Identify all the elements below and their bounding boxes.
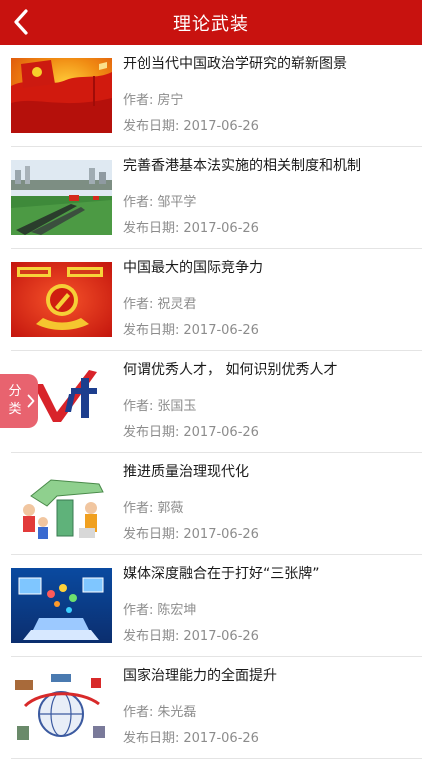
article-author: 陈宏坤 [157, 603, 197, 618]
article-author-row: 作者: 陈宏坤 [123, 602, 196, 620]
author-label: 作者: [123, 297, 154, 312]
article-date-row: 发布日期: 2017-06-26 [123, 730, 259, 748]
category-toggle-button[interactable]: 分类 [0, 374, 38, 428]
article-title: 推进质量治理现代化 [123, 464, 249, 480]
page-title: 理论武装 [173, 13, 249, 35]
article-item[interactable]: 中国最大的国际竞争力 作者: 祝灵君 发布日期: 2017-06-26 [0, 249, 422, 351]
article-title: 开创当代中国政治学研究的崭新图景 [123, 56, 347, 72]
article-author-row: 作者: 祝灵君 [123, 296, 196, 314]
article-thumbnail-governance-globe [11, 670, 112, 745]
date-label: 发布日期: [123, 323, 180, 338]
author-label: 作者: [123, 705, 154, 720]
article-author-row: 作者: 朱光磊 [123, 704, 196, 722]
article-title: 完善香港基本法实施的相关制度和机制 [123, 158, 361, 174]
chevron-right-icon [27, 394, 35, 408]
article-date: 2017-06-26 [183, 323, 259, 338]
article-author: 祝灵君 [157, 297, 197, 312]
article-date: 2017-06-26 [183, 629, 259, 644]
article-item[interactable]: 完善香港基本法实施的相关制度和机制 作者: 邹平学 发布日期: 2017-06-26 [0, 147, 422, 249]
article-date: 2017-06-26 [183, 221, 259, 236]
author-label: 作者: [123, 603, 154, 618]
date-label: 发布日期: [123, 425, 180, 440]
article-date-row: 发布日期: 2017-06-26 [123, 526, 259, 544]
article-list: 开创当代中国政治学研究的崭新图景 作者: 房宁 发布日期: 2017-06-26 完… [0, 45, 422, 759]
article-date: 2017-06-26 [183, 119, 259, 134]
article-thumbnail-red-flag [11, 58, 112, 133]
article-date: 2017-06-26 [183, 425, 259, 440]
article-author-row: 作者: 房宁 [123, 92, 183, 110]
date-label: 发布日期: [123, 629, 180, 644]
nav-bar: 理论武装 [0, 0, 422, 45]
article-item[interactable]: 媒体深度融合在于打好“三张牌” 作者: 陈宏坤 发布日期: 2017-06-26 [0, 555, 422, 657]
article-item[interactable]: 推进质量治理现代化 作者: 郭薇 发布日期: 2017-06-26 [0, 453, 422, 555]
category-label: 分类 [8, 384, 22, 417]
back-button[interactable] [6, 6, 36, 38]
article-item[interactable]: 开创当代中国政治学研究的崭新图景 作者: 房宁 发布日期: 2017-06-26 [0, 45, 422, 147]
author-label: 作者: [123, 93, 154, 108]
article-author: 张国玉 [157, 399, 197, 414]
article-title: 媒体深度融合在于打好“三张牌” [123, 566, 320, 582]
article-author-row: 作者: 张国玉 [123, 398, 196, 416]
article-date-row: 发布日期: 2017-06-26 [123, 322, 259, 340]
author-label: 作者: [123, 195, 154, 210]
article-date-row: 发布日期: 2017-06-26 [123, 220, 259, 238]
article-title: 中国最大的国际竞争力 [123, 260, 263, 276]
article-item[interactable]: 国家治理能力的全面提升 作者: 朱光磊 发布日期: 2017-06-26 [0, 657, 422, 759]
article-date-row: 发布日期: 2017-06-26 [123, 628, 259, 646]
article-author: 房宁 [157, 93, 184, 108]
article-date-row: 发布日期: 2017-06-26 [123, 118, 259, 136]
author-label: 作者: [123, 399, 154, 414]
article-author-row: 作者: 邹平学 [123, 194, 196, 212]
article-thumbnail-hong-kong-parade [11, 160, 112, 235]
article-title: 国家治理能力的全面提升 [123, 668, 277, 684]
author-label: 作者: [123, 501, 154, 516]
article-item[interactable]: 何谓优秀人才， 如何识别优秀人才 作者: 张国玉 发布日期: 2017-06-26 [0, 351, 422, 453]
article-thumbnail-quality-cartoon [11, 466, 112, 541]
article-author: 邹平学 [157, 195, 197, 210]
date-label: 发布日期: [123, 119, 180, 134]
article-date: 2017-06-26 [183, 527, 259, 542]
chevron-left-icon [14, 9, 28, 35]
date-label: 发布日期: [123, 527, 180, 542]
article-author-row: 作者: 郭薇 [123, 500, 183, 518]
article-thumbnail-party-emblem [11, 262, 112, 337]
article-thumbnail-media-devices [11, 568, 112, 643]
date-label: 发布日期: [123, 221, 180, 236]
article-title: 何谓优秀人才， 如何识别优秀人才 [123, 362, 338, 378]
article-date: 2017-06-26 [183, 731, 259, 746]
article-author: 朱光磊 [157, 705, 197, 720]
article-author: 郭薇 [157, 501, 184, 516]
date-label: 发布日期: [123, 731, 180, 746]
article-date-row: 发布日期: 2017-06-26 [123, 424, 259, 442]
